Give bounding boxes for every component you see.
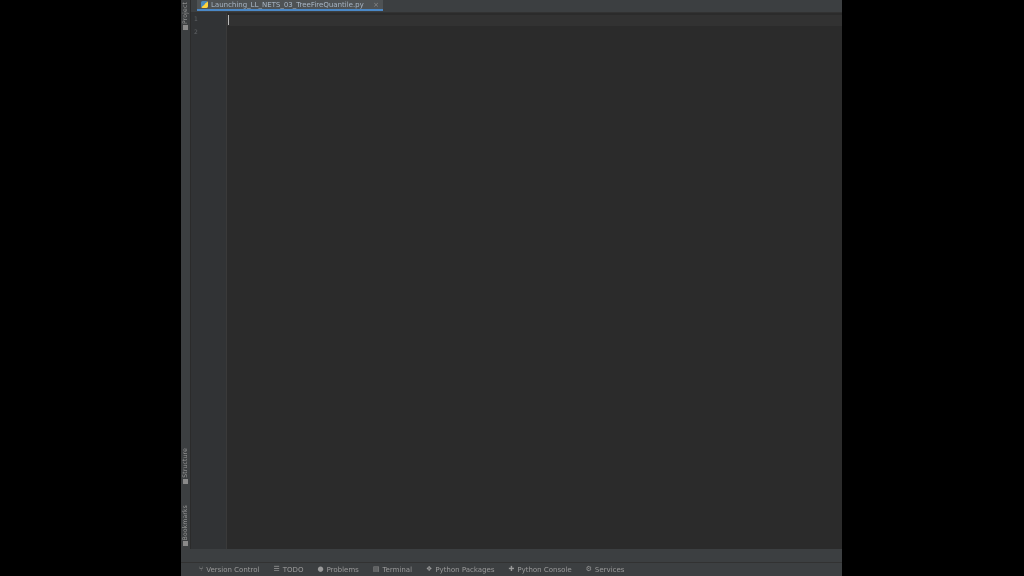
tool-label: Problems	[326, 565, 359, 574]
close-icon[interactable]: ×	[373, 1, 379, 9]
current-line-highlight	[227, 15, 842, 26]
status-separator	[181, 549, 842, 562]
python-file-icon	[201, 1, 208, 8]
ide-window: Project Structure Bookmarks Launching_LL…	[181, 0, 842, 576]
services-tool-button[interactable]: ⚙ Services	[586, 566, 625, 574]
line-number: 1	[194, 16, 198, 23]
version-control-tool-button[interactable]: ⑂ Version Control	[199, 566, 259, 574]
tool-label: Services	[594, 565, 625, 574]
tool-label: Python Packages	[435, 565, 495, 574]
bookmarks-tool-label: Bookmarks	[182, 505, 189, 541]
tab-filename: Launching_LL_NETS_03_TreeFireQuantile.py	[211, 0, 364, 9]
text-caret	[228, 15, 229, 25]
tool-label: TODO	[282, 565, 304, 574]
bookmark-icon	[183, 541, 188, 547]
todo-icon: ☰	[273, 565, 280, 573]
left-tool-strip: Project Structure Bookmarks	[181, 0, 191, 562]
project-tool-label: Project	[182, 2, 189, 24]
python-console-tool-button[interactable]: ✚ Python Console	[508, 566, 571, 574]
structure-tool-label: Structure	[182, 448, 189, 478]
todo-tool-button[interactable]: ☰ TODO	[273, 566, 303, 574]
editor-tab-bar: Launching_LL_NETS_03_TreeFireQuantile.py…	[191, 0, 842, 13]
line-number-gutter: 1 2	[191, 13, 227, 549]
problems-tool-button[interactable]: ● Problems	[317, 566, 358, 574]
tool-label: Terminal	[382, 565, 413, 574]
packages-icon: ❖	[426, 565, 433, 573]
tool-label: Python Console	[517, 565, 572, 574]
tool-label: Version Control	[206, 565, 260, 574]
console-icon: ✚	[508, 565, 515, 573]
terminal-tool-button[interactable]: ▤ Terminal	[373, 566, 412, 574]
python-packages-tool-button[interactable]: ❖ Python Packages	[426, 566, 494, 574]
code-editor[interactable]: 1 2	[191, 13, 842, 549]
services-icon: ⚙	[585, 565, 592, 573]
terminal-icon: ▤	[372, 565, 380, 573]
bottom-tool-bar: ⑂ Version Control ☰ TODO ● Problems ▤ Te…	[181, 562, 842, 576]
structure-icon	[183, 478, 188, 484]
project-tool-button[interactable]: Project	[181, 2, 190, 31]
editor-tab-active[interactable]: Launching_LL_NETS_03_TreeFireQuantile.py…	[197, 0, 383, 11]
problems-icon: ●	[317, 565, 324, 573]
bookmarks-tool-button[interactable]: Bookmarks	[181, 505, 190, 547]
structure-tool-button[interactable]: Structure	[181, 448, 190, 485]
project-icon	[183, 24, 188, 30]
branch-icon: ⑂	[199, 565, 204, 573]
line-number: 2	[194, 29, 198, 36]
